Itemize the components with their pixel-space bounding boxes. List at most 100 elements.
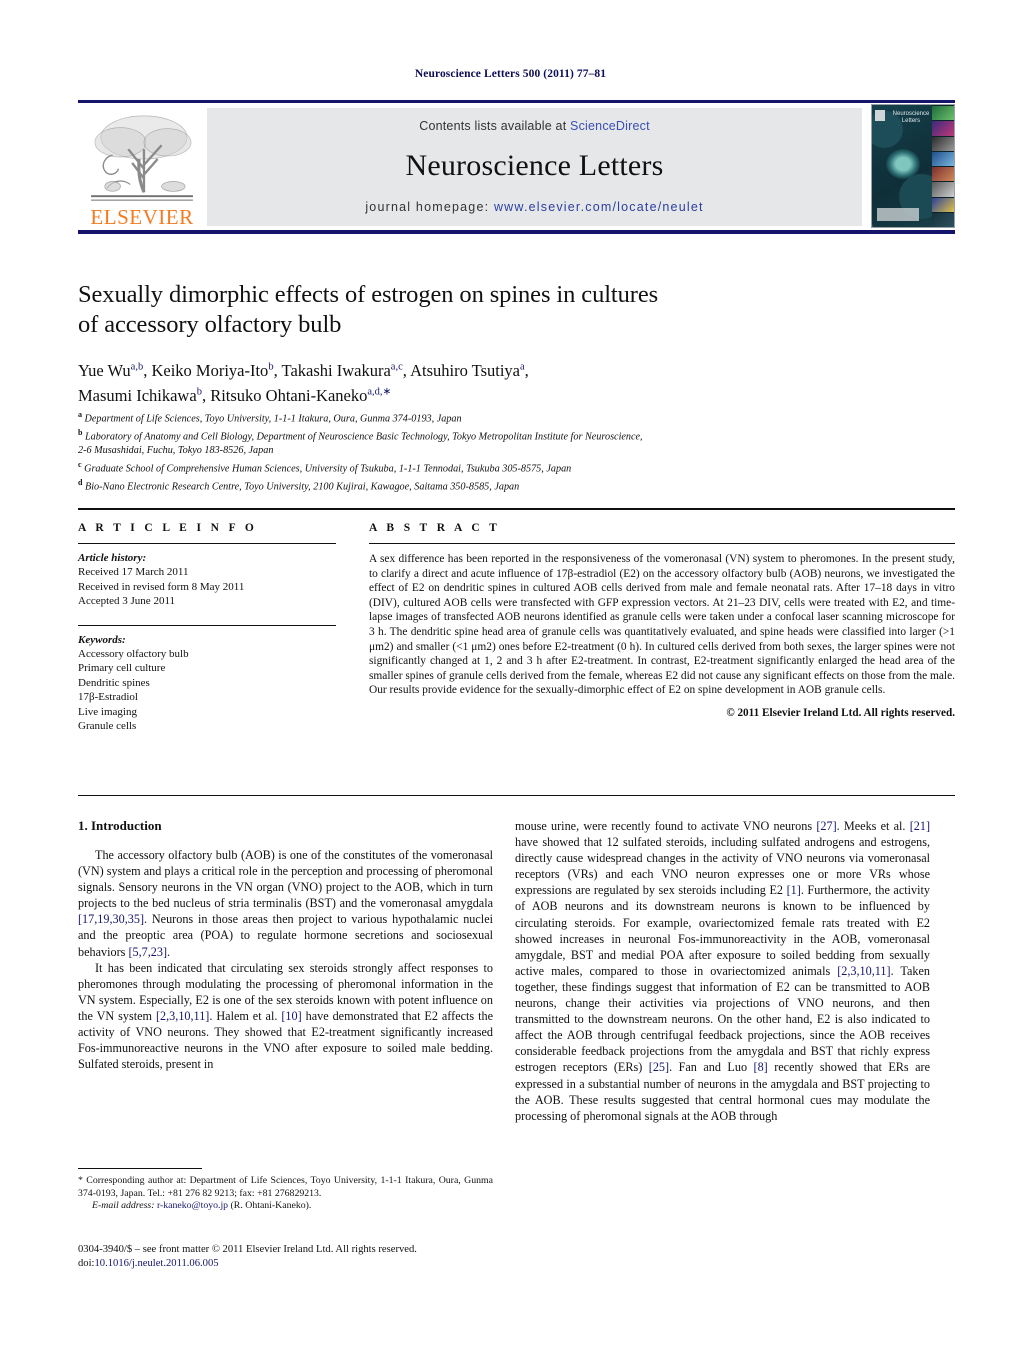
keywords-label: Keywords:	[78, 633, 126, 646]
affiliation-text: 2-6 Musashidai, Fuchu, Tokyo 183-8526, J…	[78, 444, 274, 456]
citation[interactable]: [21]	[910, 819, 930, 833]
cover-strip-cell	[932, 196, 954, 212]
body-column-right: mouse urine, were recently found to acti…	[515, 818, 930, 1124]
affiliation-text: Laboratory of Anatomy and Cell Biology, …	[85, 431, 643, 443]
issn-copyright-block: 0304-3940/$ – see front matter © 2011 El…	[78, 1243, 538, 1271]
body-top-rule	[78, 795, 955, 797]
author-line-1: Yue Wua,b, Keiko Moriya-Itob, Takashi Iw…	[78, 360, 529, 380]
homepage-prefix: journal homepage:	[365, 200, 494, 214]
affiliation-item: 2-6 Musashidai, Fuchu, Tokyo 183-8526, J…	[78, 444, 938, 458]
masthead-top-rule	[78, 100, 955, 103]
article-info-divider	[78, 543, 336, 544]
journal-masthead: ELSEVIER Contents lists available at Sci…	[78, 100, 955, 234]
article-title-line1: Sexually dimorphic effects of estrogen o…	[78, 281, 659, 308]
email-owner: (R. Ohtani-Kaneko).	[230, 1200, 312, 1212]
keywords-divider	[78, 624, 336, 626]
elsevier-wordmark: ELSEVIER	[90, 205, 194, 229]
section-heading-introduction: 1. Introduction	[78, 818, 493, 834]
article-info-heading: A R T I C L E I N F O	[78, 522, 258, 534]
paragraph: mouse urine, were recently found to acti…	[515, 819, 931, 1123]
keyword-item: Dendritic spines	[78, 676, 150, 689]
doi-line: doi:10.1016/j.neulet.2011.06.005	[78, 1257, 538, 1271]
cover-journal-title: Neuroscience Letters	[892, 111, 930, 124]
cover-strip-cell	[932, 211, 954, 227]
citation[interactable]: [27]	[816, 819, 836, 833]
article-title: Sexually dimorphic effects of estrogen o…	[78, 280, 878, 340]
cover-strip-cell	[932, 150, 954, 166]
doi-link[interactable]: 10.1016/j.neulet.2011.06.005	[94, 1258, 218, 1269]
journal-cover-thumbnail: Neuroscience Letters	[871, 104, 955, 228]
citation[interactable]: [1]	[787, 883, 801, 897]
corresponding-author-note: * Corresponding author at: Department of…	[78, 1175, 493, 1213]
paragraph: The accessory olfactory bulb (AOB) is on…	[78, 848, 493, 959]
citation[interactable]: [17,19,30,35]	[78, 912, 144, 926]
elsevier-tree-icon	[91, 115, 193, 201]
citation[interactable]: [25]	[649, 1060, 669, 1074]
affiliation-text: Graduate School of Comprehensive Human S…	[84, 462, 572, 474]
citation[interactable]: [10]	[281, 1009, 301, 1023]
issn-line: 0304-3940/$ – see front matter © 2011 El…	[78, 1244, 417, 1255]
section-title: Introduction	[91, 818, 162, 833]
keywords-block: Keywords: Accessory olfactory bulb Prima…	[78, 624, 336, 734]
citation[interactable]: [2,3,10,11]	[156, 1009, 209, 1023]
abstract-column: A B S T R A C T A sex difference has bee…	[369, 522, 955, 719]
info-section-top-rule	[78, 508, 955, 510]
citation[interactable]: [2,3,10,11]	[837, 964, 890, 978]
paragraph: It has been indicated that circulating s…	[78, 960, 493, 1072]
affiliation-list: a Department of Life Sciences, Toyo Univ…	[78, 408, 938, 494]
sciencedirect-link[interactable]: ScienceDirect	[570, 119, 650, 133]
cover-publisher-badge-icon	[875, 110, 885, 121]
contents-prefix: Contents lists available at	[419, 119, 571, 133]
cover-neuron-soma	[886, 149, 920, 179]
masthead-bottom-rule	[78, 230, 955, 234]
journal-homepage-link[interactable]: www.elsevier.com/locate/neulet	[494, 200, 704, 214]
cover-thumbnail-strip	[932, 105, 954, 227]
cover-strip-cell	[932, 120, 954, 136]
cover-strip-cell	[932, 135, 954, 151]
abstract-copyright: © 2011 Elsevier Ireland Ltd. All rights …	[726, 706, 955, 719]
section-number: 1.	[78, 818, 88, 833]
title-block: Sexually dimorphic effects of estrogen o…	[78, 280, 878, 407]
masthead-band: Contents lists available at ScienceDirec…	[207, 108, 862, 226]
email-link[interactable]: r-kaneko@toyo.jp	[157, 1200, 228, 1211]
cover-label-block	[877, 208, 919, 221]
contents-available-line: Contents lists available at ScienceDirec…	[419, 119, 650, 133]
cover-strip-cell	[932, 166, 954, 182]
affiliation-item: b Laboratory of Anatomy and Cell Biology…	[78, 427, 643, 443]
footnote-block: * Corresponding author at: Department of…	[78, 1168, 493, 1213]
history-item: Received 17 March 2011	[78, 566, 189, 578]
keyword-item: Accessory olfactory bulb	[78, 647, 189, 660]
affiliation-text: Department of Life Sciences, Toyo Univer…	[84, 413, 462, 425]
affiliation-item: c Graduate School of Comprehensive Human…	[78, 459, 572, 474]
keyword-item: 17β-Estradiol	[78, 691, 138, 703]
keyword-item: Granule cells	[78, 720, 137, 732]
affiliation-item: a Department of Life Sciences, Toyo Univ…	[78, 410, 462, 425]
history-item: Accepted 3 June 2011	[78, 595, 176, 607]
elsevier-logo: ELSEVIER	[78, 106, 206, 228]
affiliation-item: d Bio-Nano Electronic Research Centre, T…	[78, 477, 520, 492]
article-title-line2: of accessory olfactory bulb	[78, 311, 342, 338]
abstract-text: A sex difference has been reported in th…	[369, 553, 955, 697]
doi-label: doi:	[78, 1258, 95, 1269]
article-history-label: Article history:	[78, 552, 147, 564]
author-list: Yue Wua,b, Keiko Moriya-Itob, Takashi Iw…	[78, 356, 878, 407]
citation[interactable]: [5,7,23]	[128, 945, 167, 959]
affiliation-text: Bio-Nano Electronic Research Centre, Toy…	[85, 480, 520, 492]
citation[interactable]: [8]	[754, 1060, 768, 1074]
keyword-item: Primary cell culture	[78, 662, 166, 674]
body-column-left: 1. Introduction The accessory olfactory …	[78, 818, 493, 1072]
article-info-column: A R T I C L E I N F O Article history: R…	[78, 522, 336, 734]
history-item: Received in revised form 8 May 2011	[78, 580, 245, 593]
journal-title: Neuroscience Letters	[405, 148, 664, 182]
corresponding-author-text: * Corresponding author at: Department of…	[78, 1175, 493, 1199]
author-line-2: Masumi Ichikawab, Ritsuko Ohtani-Kanekoa…	[78, 386, 392, 405]
cover-strip-cell	[932, 105, 954, 121]
keyword-item: Live imaging	[78, 705, 137, 718]
abstract-heading: A B S T R A C T	[369, 522, 501, 534]
article-page: Neuroscience Letters 500 (2011) 77–81 EL…	[0, 0, 1021, 1351]
footnote-rule	[78, 1168, 202, 1169]
running-head: Neuroscience Letters 500 (2011) 77–81	[414, 68, 607, 80]
cover-strip-cell	[932, 181, 954, 197]
abstract-divider	[369, 543, 955, 544]
email-label: E-mail address:	[92, 1200, 155, 1212]
